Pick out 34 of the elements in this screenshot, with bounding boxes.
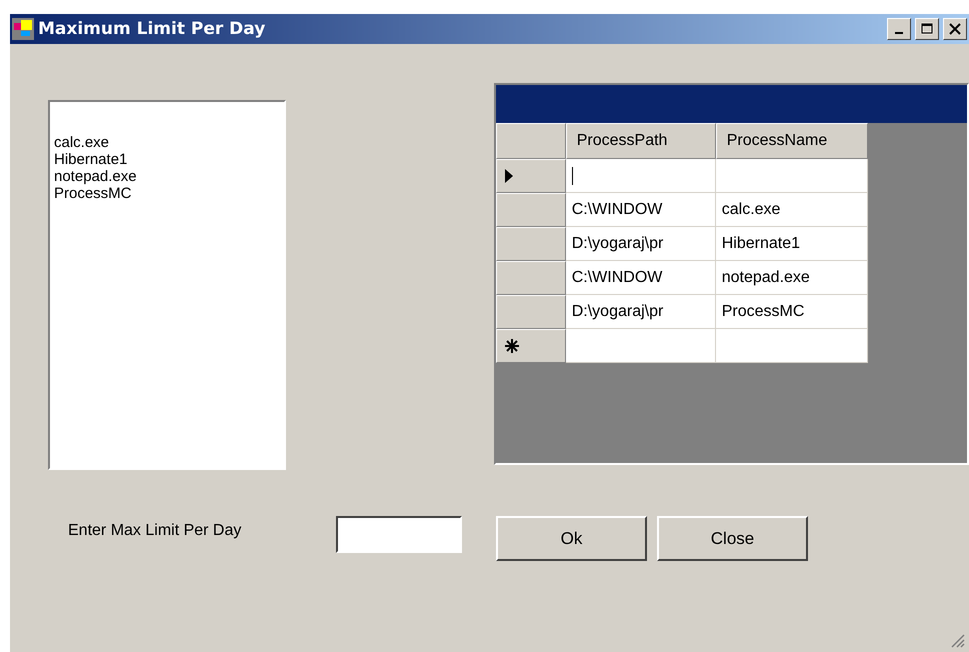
close-button[interactable] [943, 18, 967, 40]
table-cell: calc.exe [716, 193, 868, 227]
table-cell: D:\yogaraj\pr [566, 295, 716, 329]
window-title: Maximum Limit Per Day [38, 19, 266, 39]
table-cell: C:\WINDOW [566, 261, 716, 295]
close-icon [949, 23, 961, 35]
limit-label: Enter Max Limit Per Day [68, 522, 242, 540]
new-row-icon [504, 339, 519, 353]
column-header[interactable]: ProcessPath [566, 123, 716, 159]
resize-grip-icon[interactable] [949, 632, 965, 648]
maximize-button[interactable] [915, 18, 939, 40]
column-header[interactable]: ProcessName [716, 123, 868, 159]
ok-button[interactable]: Ok [496, 516, 647, 561]
limit-input-field[interactable] [336, 516, 462, 553]
close-dialog-button[interactable]: Close [657, 516, 808, 561]
current-row-icon [504, 169, 513, 183]
table-cell: D:\yogaraj\pr [566, 227, 716, 261]
table-cell: ProcessMC [716, 295, 868, 329]
minimize-icon [895, 32, 903, 34]
process-list[interactable]: calc.exe Hibernate1 notepad.exe ProcessMC [48, 100, 286, 470]
list-item[interactable]: Hibernate1 [54, 151, 280, 168]
row-header[interactable] [496, 159, 566, 193]
row-header[interactable] [496, 329, 566, 363]
minimize-button[interactable] [887, 18, 911, 40]
list-item[interactable]: notepad.exe [54, 168, 280, 185]
list-item[interactable]: calc.exe [54, 134, 280, 151]
text-caret [572, 166, 573, 184]
table-cell: Hibernate1 [716, 227, 868, 261]
app-icon [12, 18, 34, 40]
list-item[interactable]: ProcessMC [54, 185, 280, 202]
maximize-icon [921, 23, 933, 35]
table-cell: notepad.exe [716, 261, 868, 295]
table-cell: C:\WINDOW [566, 193, 716, 227]
corner-header [496, 123, 566, 159]
